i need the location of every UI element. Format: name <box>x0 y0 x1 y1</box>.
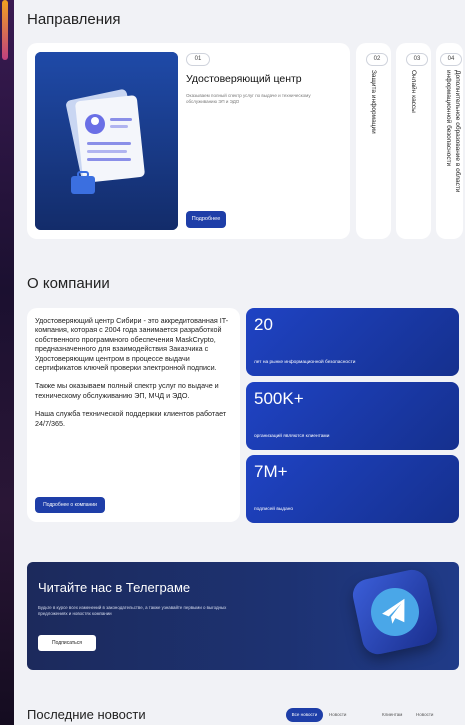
background-decoration <box>0 0 14 725</box>
direction-card-label: Защита информации <box>370 70 377 134</box>
direction-number-badge: 03 <box>406 53 428 66</box>
direction-title: Удостоверяющий центр <box>186 73 302 85</box>
about-paragraph: Удостоверяющий центр Сибири - это аккред… <box>35 316 229 373</box>
direction-number-badge: 04 <box>440 53 462 66</box>
telegram-icon <box>349 566 441 658</box>
direction-number-badge: 01 <box>186 53 210 66</box>
tab-clients[interactable]: Клиентам <box>382 708 402 722</box>
direction-card-label: Онлайн кассы <box>410 70 417 113</box>
stat-card-years: 20 лет на рынке информационной безопасно… <box>246 308 459 376</box>
stat-card-clients: 500K+ организаций являются клиентами <box>246 382 459 450</box>
directions-section: 01 Удостоверяющий центр Оказываем полный… <box>27 43 463 239</box>
direction-card-main[interactable]: 01 Удостоверяющий центр Оказываем полный… <box>27 43 350 239</box>
direction-card-label: Дополнительное образование в области инф… <box>445 70 461 193</box>
direction-card-education[interactable]: 04 Дополнительное образование в области … <box>436 43 463 239</box>
stat-caption: лет на рынке информационной безопасности <box>254 360 356 365</box>
stat-caption: подписей выдано <box>254 507 294 512</box>
direction-card-security[interactable]: 02 Защита информации <box>356 43 391 239</box>
page: Направления 01 Удостоверяющий центр Оказ… <box>14 0 465 725</box>
telegram-title: Читайте нас в Телеграме <box>38 580 191 595</box>
about-paragraph: Также мы оказываем полный спектр услуг п… <box>35 381 219 400</box>
direction-card-cashbox[interactable]: 03 Онлайн кассы <box>396 43 431 239</box>
telegram-description: Будьте в курсе всех изменений в законода… <box>38 605 227 616</box>
tab-industry-news[interactable]: Новости сферы <box>416 708 433 722</box>
about-paragraph: Наша служба технической поддержки клиент… <box>35 409 227 428</box>
stat-value: 500K+ <box>254 389 304 408</box>
stat-card-signatures: 7M+ подписей выдано <box>246 455 459 523</box>
about-more-button[interactable]: Подробнее о компании <box>35 497 105 513</box>
direction-number-badge: 02 <box>366 53 388 66</box>
directions-title: Направления <box>27 11 121 28</box>
stat-caption: организаций являются клиентами <box>254 434 330 439</box>
about-text-card: Удостоверяющий центр Сибири - это аккред… <box>27 308 240 522</box>
tab-all-news[interactable]: Все новости <box>286 708 323 722</box>
stat-value: 20 <box>254 315 273 334</box>
telegram-banner: Читайте нас в Телеграме Будьте в курсе в… <box>27 562 459 670</box>
direction-more-button[interactable]: Подробнее <box>186 211 226 228</box>
news-title: Последние новости <box>27 707 146 722</box>
document-illustration <box>35 52 178 230</box>
about-title: О компании <box>27 275 110 292</box>
stat-value: 7M+ <box>254 462 288 481</box>
subscribe-button[interactable]: Подписаться <box>38 635 96 651</box>
tab-company-news[interactable]: Новости компании <box>329 708 349 722</box>
direction-description: Оказываем полный спектр услуг по выдаче … <box>186 93 311 104</box>
